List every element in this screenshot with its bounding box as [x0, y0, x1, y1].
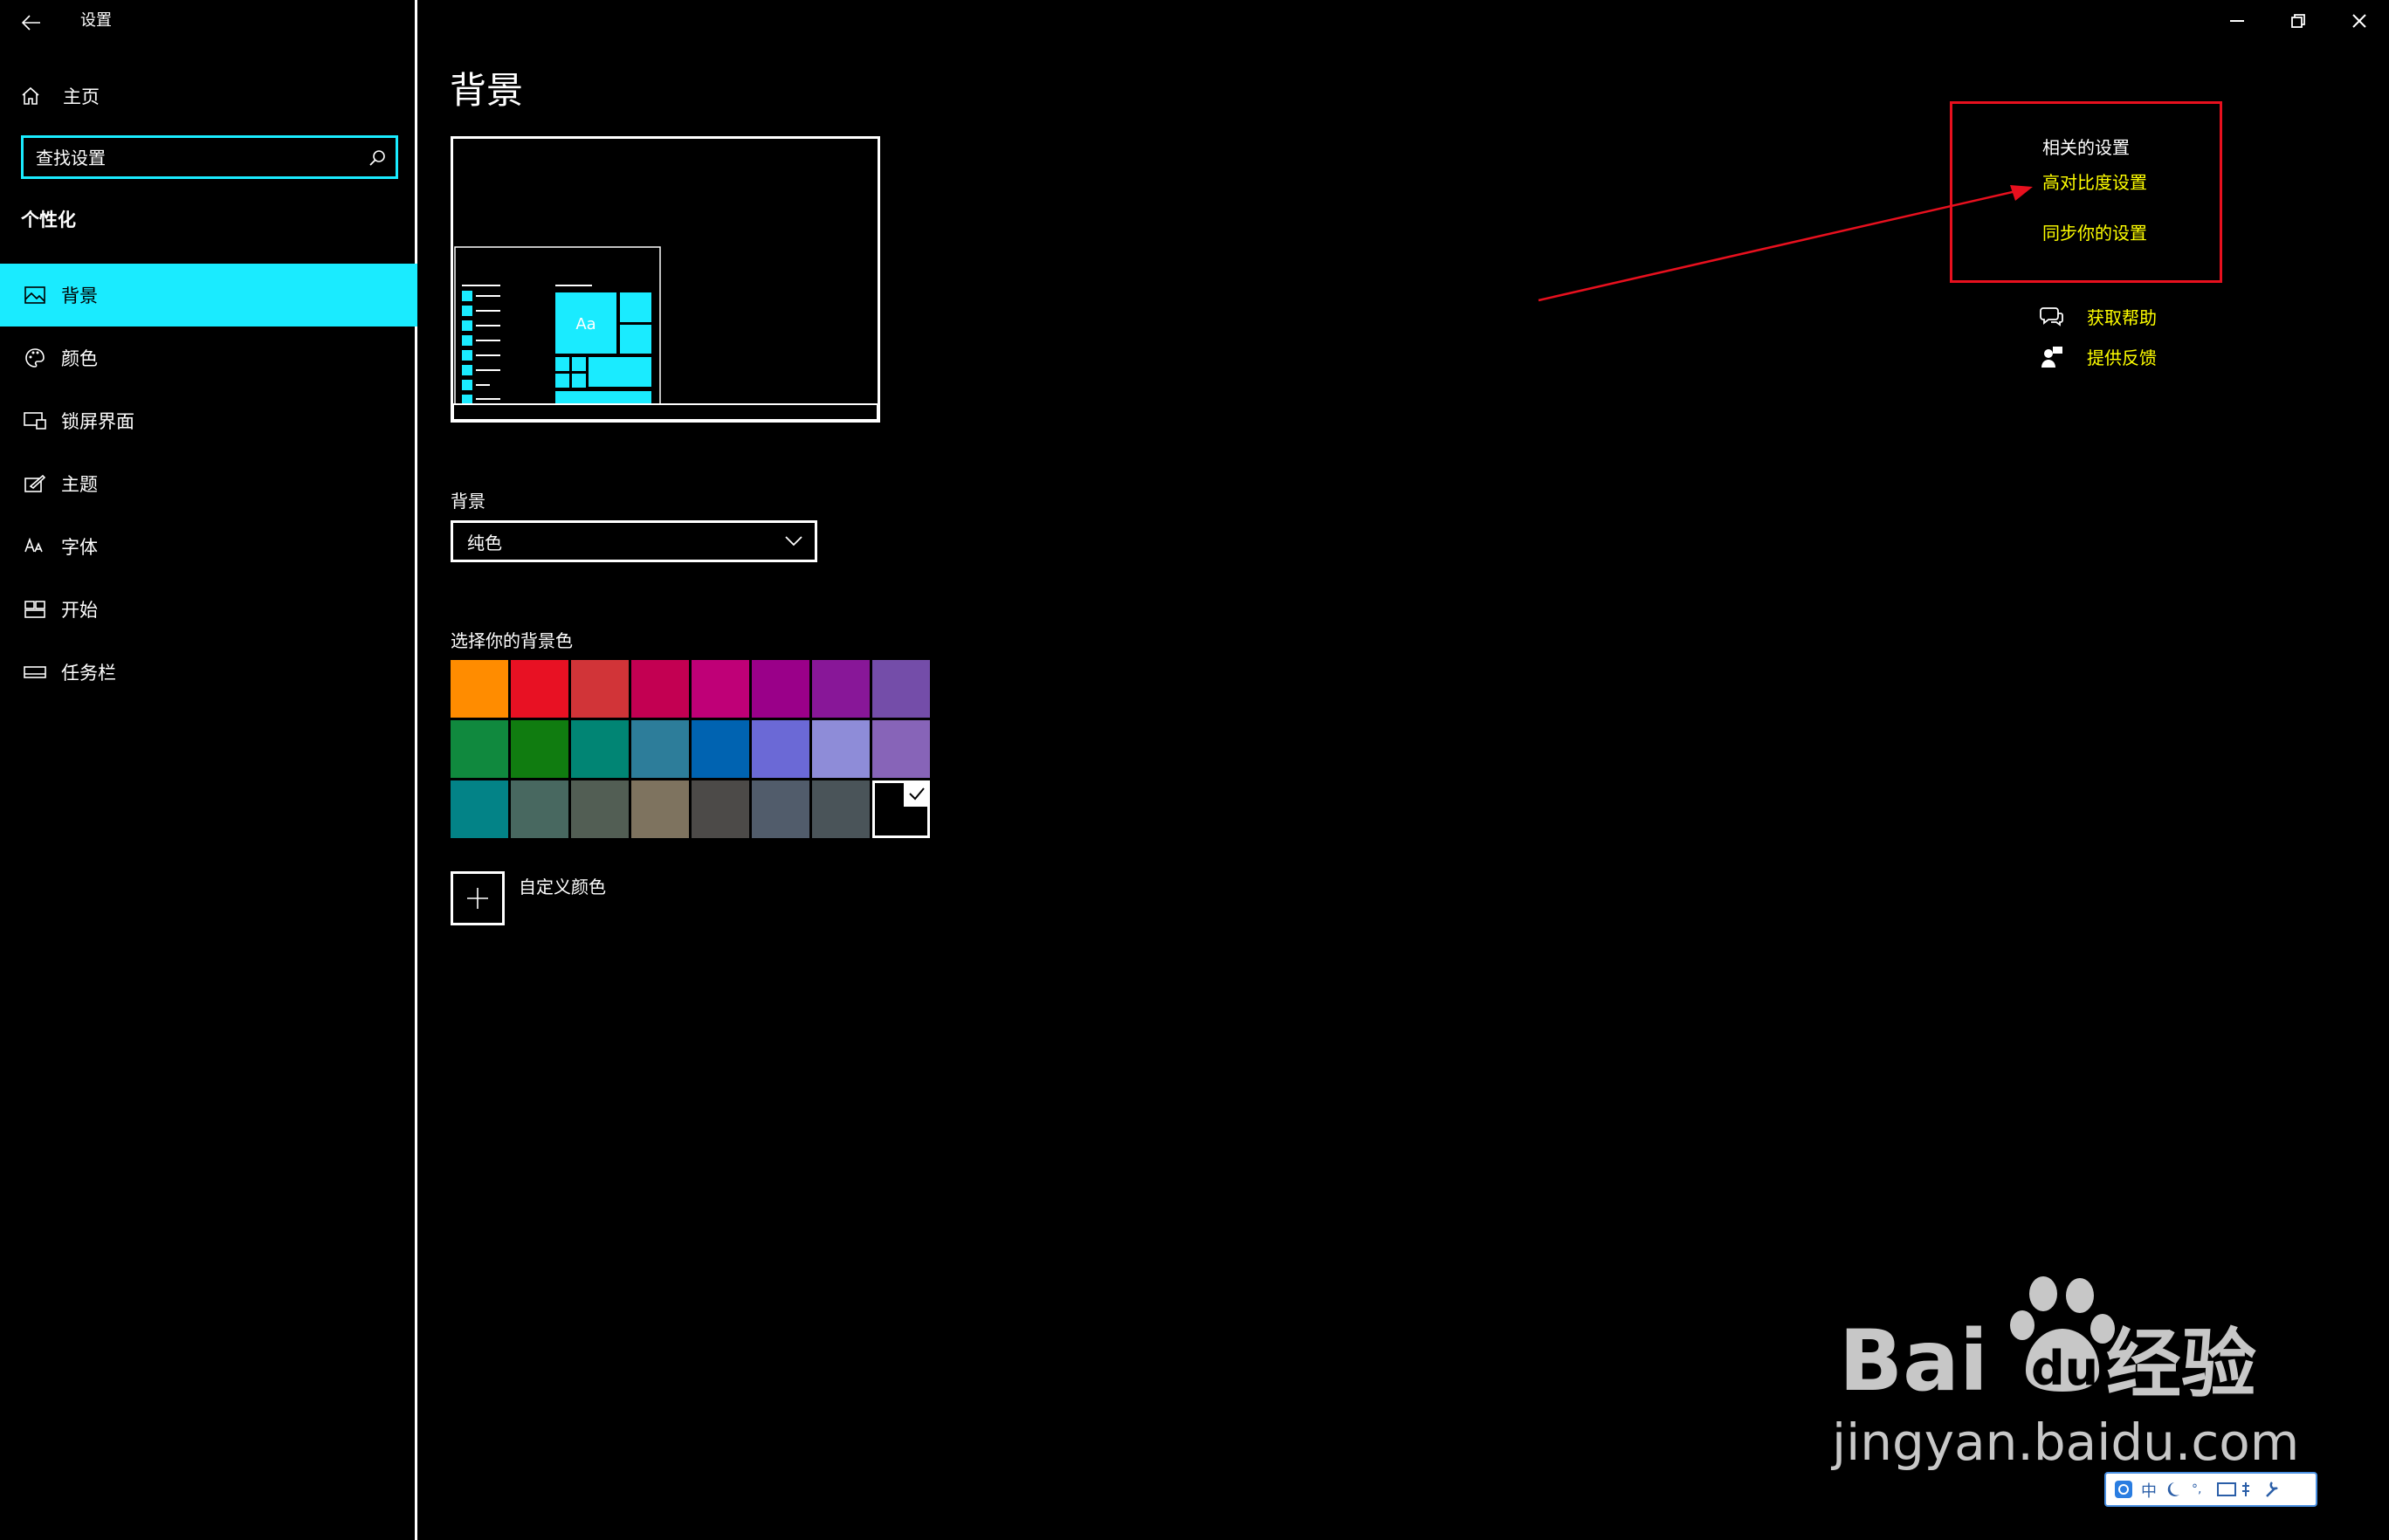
- keyboard-icon: [2217, 1482, 2236, 1496]
- home-link[interactable]: 主页: [21, 79, 100, 113]
- chat-help-icon: [2038, 306, 2066, 327]
- watermark-url: jingyan.baidu.com: [1830, 1413, 2299, 1472]
- annotation-arrow-icon: [1538, 185, 2033, 302]
- get-help-label: 获取帮助: [2087, 307, 2157, 328]
- back-arrow-icon: [22, 15, 40, 31]
- sidebar-item-label: 主题: [61, 474, 98, 495]
- chevron-down-icon: [785, 536, 802, 547]
- ime-lang-indicator: 中: [2141, 1482, 2157, 1501]
- close-icon: [2352, 14, 2366, 28]
- section-title: 个性化: [21, 210, 76, 230]
- color-palette: [451, 660, 933, 838]
- background-type-dropdown[interactable]: 纯色: [451, 520, 817, 562]
- sidebar-item-colors[interactable]: 颜色: [0, 327, 417, 389]
- sidebar-item-lockscreen[interactable]: 锁屏界面: [0, 389, 417, 452]
- feedback-person-icon: [2038, 346, 2066, 368]
- color-swatch[interactable]: [631, 660, 689, 718]
- lockscreen-icon: [17, 411, 52, 430]
- back-button[interactable]: [12, 5, 51, 40]
- high-contrast-settings-link[interactable]: 高对比度设置: [2042, 168, 2147, 194]
- desktop-preview-graphic: Aa: [453, 246, 878, 420]
- color-swatch[interactable]: [631, 720, 689, 778]
- color-swatch[interactable]: [692, 660, 749, 718]
- sidebar-item-label: 字体: [61, 537, 98, 558]
- sidebar-item-label: 开始: [61, 600, 98, 621]
- sidebar-item-start[interactable]: 开始: [0, 578, 417, 641]
- color-swatch[interactable]: [511, 660, 568, 718]
- watermark-brand: Bai: [1839, 1312, 1988, 1410]
- color-swatch[interactable]: [812, 660, 870, 718]
- search-box[interactable]: [21, 135, 398, 179]
- search-icon[interactable]: [368, 148, 387, 168]
- color-swatch[interactable]: [451, 660, 508, 718]
- theme-brush-icon: [17, 474, 52, 493]
- color-swatch[interactable]: [571, 780, 629, 838]
- ime-toolbar[interactable]: 中 °,: [2104, 1472, 2317, 1507]
- minimize-button[interactable]: [2207, 0, 2268, 42]
- color-swatch[interactable]: [752, 660, 809, 718]
- restore-icon: [2291, 14, 2305, 28]
- wrench-icon: [2266, 1482, 2278, 1497]
- sidebar-item-taskbar[interactable]: 任务栏: [0, 641, 417, 704]
- ime-punct-indicator: °,: [2192, 1482, 2201, 1496]
- color-swatch[interactable]: [752, 780, 809, 838]
- baidu-jingyan-watermark: Bai du 经验 jingyan.baidu.com: [1830, 1276, 2299, 1472]
- close-button[interactable]: [2329, 0, 2389, 42]
- color-swatch[interactable]: [812, 780, 870, 838]
- color-swatch[interactable]: [451, 720, 508, 778]
- moon-icon: [2167, 1482, 2179, 1496]
- sidebar-item-label: 颜色: [61, 348, 98, 369]
- watermark-brand-du: du: [2031, 1341, 2098, 1396]
- picture-icon: [17, 286, 52, 304]
- home-icon: [22, 86, 39, 105]
- watermark-brand-cn: 经验: [2106, 1321, 2256, 1408]
- background-preview: Aa: [451, 136, 880, 423]
- checkmark-icon: [904, 780, 930, 807]
- color-swatch[interactable]: [692, 720, 749, 778]
- font-icon: [17, 538, 52, 555]
- background-type-label: 背景: [451, 491, 485, 512]
- sidebar-item-themes[interactable]: 主题: [0, 452, 417, 515]
- give-feedback-label: 提供反馈: [2087, 347, 2157, 368]
- preview-tile-text: Aa: [575, 315, 596, 333]
- minimize-icon: [2230, 20, 2244, 22]
- sidebar-item-label: 背景: [61, 285, 98, 306]
- sidebar-item-label: 锁屏界面: [61, 411, 134, 432]
- color-swatch[interactable]: [812, 720, 870, 778]
- sidebar-item-label: 任务栏: [61, 663, 116, 684]
- sidebar-item-background[interactable]: 背景: [0, 264, 417, 327]
- sync-settings-link[interactable]: 同步你的设置: [2042, 219, 2147, 244]
- color-swatch[interactable]: [571, 720, 629, 778]
- app-title: 设置: [80, 11, 112, 30]
- page-title: 背景: [450, 69, 524, 112]
- color-swatch[interactable]: [511, 720, 568, 778]
- restore-button[interactable]: [2268, 0, 2329, 42]
- ime-toolbar-graphic: 中 °,: [2115, 1481, 2278, 1501]
- color-picker-label: 选择你的背景色: [451, 630, 573, 651]
- palette-icon: [17, 347, 52, 368]
- color-swatch[interactable]: [511, 780, 568, 838]
- related-settings-title: 相关的设置: [2042, 137, 2130, 158]
- sidebar-item-fonts[interactable]: 字体: [0, 515, 417, 578]
- home-label: 主页: [63, 86, 100, 107]
- custom-color-button[interactable]: [451, 871, 505, 925]
- plus-icon: [467, 888, 488, 909]
- background-type-value: 纯色: [467, 532, 502, 553]
- color-swatch[interactable]: [872, 780, 930, 838]
- sidebar: 设置 主页 个性化 背景 颜色 锁屏界面 主题 字体 开始 任务栏: [0, 0, 417, 1540]
- start-menu-icon: [17, 601, 52, 618]
- taskbar-icon: [17, 665, 52, 679]
- give-feedback-link[interactable]: 提供反馈: [2038, 344, 2157, 369]
- color-swatch[interactable]: [872, 720, 930, 778]
- color-swatch[interactable]: [872, 660, 930, 718]
- color-swatch[interactable]: [571, 660, 629, 718]
- color-swatch[interactable]: [631, 780, 689, 838]
- custom-color-label[interactable]: 自定义颜色: [519, 873, 606, 898]
- ime-tool-icon: [2242, 1482, 2249, 1496]
- color-swatch[interactable]: [752, 720, 809, 778]
- color-swatch[interactable]: [451, 780, 508, 838]
- get-help-link[interactable]: 获取帮助: [2038, 304, 2157, 329]
- color-swatch[interactable]: [692, 780, 749, 838]
- search-input[interactable]: [34, 138, 361, 178]
